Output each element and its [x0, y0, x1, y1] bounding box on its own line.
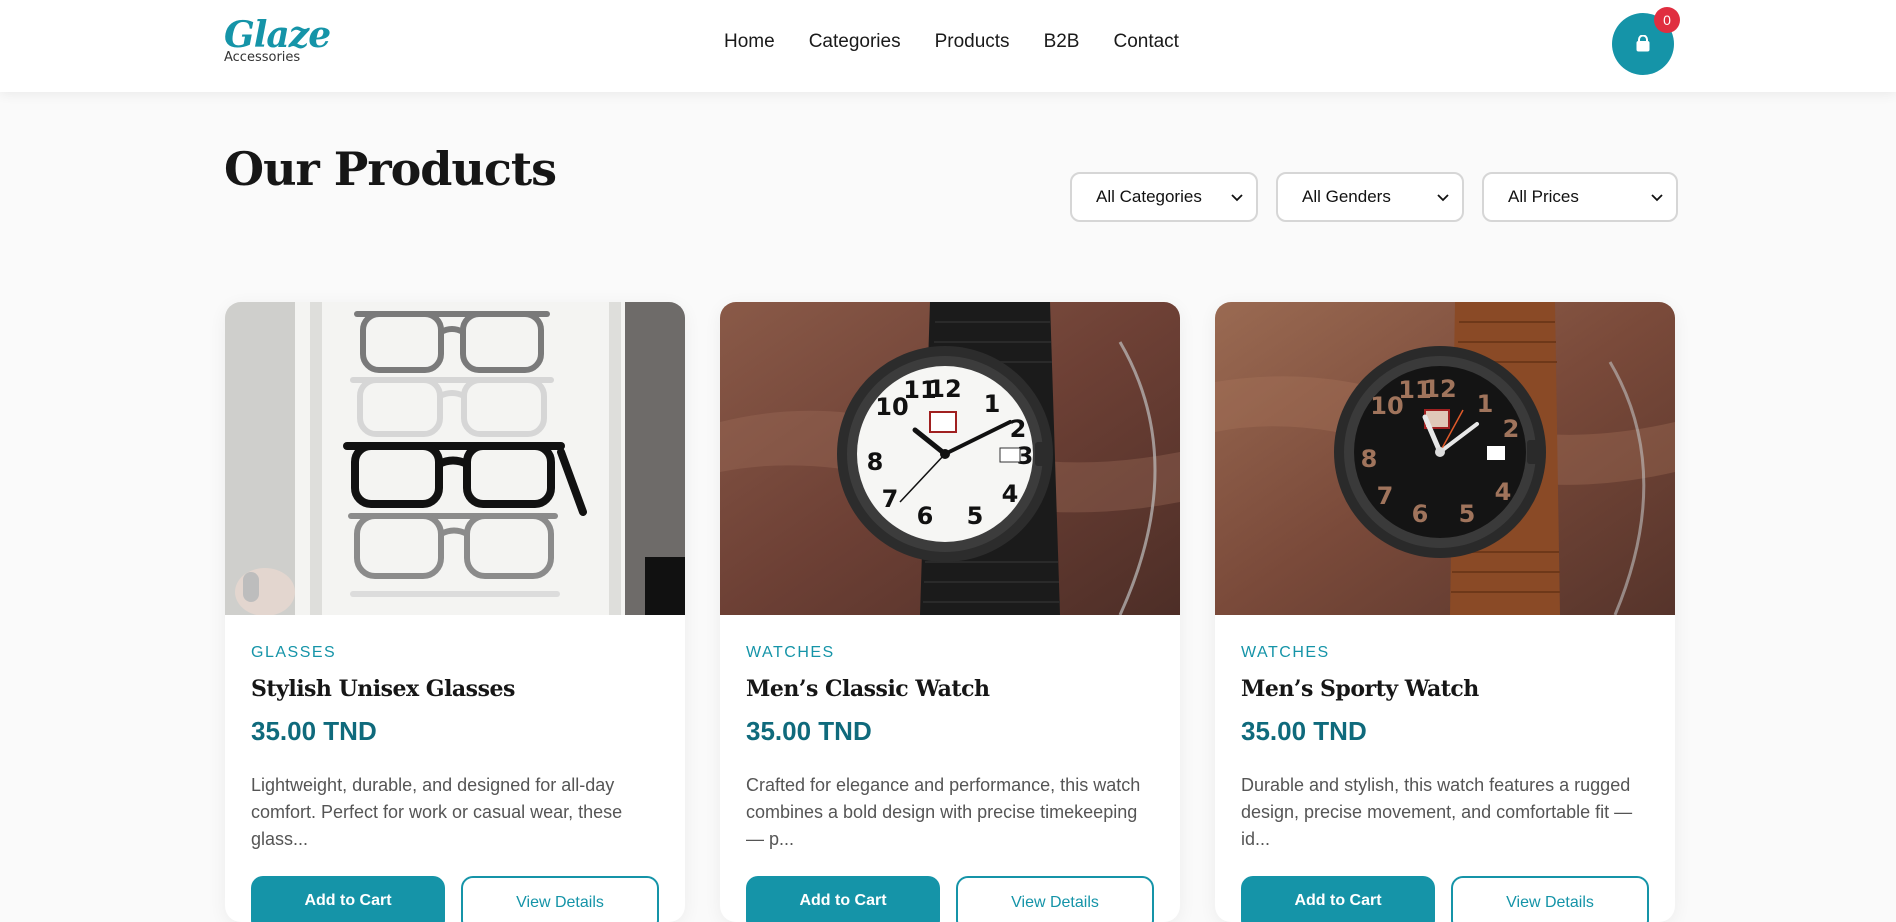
- product-category: WATCHES: [1241, 644, 1330, 661]
- svg-text:7: 7: [882, 485, 899, 513]
- shopping-bag-icon: [1636, 35, 1650, 52]
- product-name[interactable]: Men’s Classic Watch: [746, 676, 990, 702]
- product-card[interactable]: GLASSES Stylish Unisex Glasses 35.00 TND…: [225, 302, 685, 922]
- sporty-watch-photo[interactable]: 12 1 2 45 678 10 11: [1215, 302, 1675, 615]
- nav-home[interactable]: Home: [724, 31, 775, 53]
- chevron-down-icon: [1651, 194, 1663, 202]
- nav-b2b[interactable]: B2B: [1044, 31, 1080, 53]
- product-name[interactable]: Stylish Unisex Glasses: [251, 676, 515, 702]
- gender-filter-value: All Genders: [1302, 187, 1391, 206]
- svg-text:5: 5: [1459, 500, 1476, 528]
- svg-text:1: 1: [984, 390, 1001, 418]
- product-card[interactable]: 12 1 2 45 678 10 11 WATCHES Men’s Sporty Wa…: [1215, 302, 1675, 922]
- cart-count-badge: 0: [1654, 7, 1680, 33]
- product-description: Crafted for elegance and performance, th…: [746, 775, 1141, 849]
- svg-text:2: 2: [1010, 415, 1027, 443]
- svg-text:11: 11: [1398, 376, 1431, 404]
- product-price: 35.00 TND: [746, 716, 872, 746]
- price-filter-select[interactable]: All Prices: [1482, 172, 1678, 222]
- category-filter-select[interactable]: All Categories: [1070, 172, 1258, 222]
- logo-tagline: Accessories: [224, 50, 301, 65]
- chevron-down-icon: [1231, 194, 1243, 202]
- gender-filter-select[interactable]: All Genders: [1276, 172, 1464, 222]
- svg-text:4: 4: [1002, 480, 1019, 508]
- svg-text:6: 6: [1412, 500, 1429, 528]
- svg-text:2: 2: [1503, 415, 1520, 443]
- price-filter-value: All Prices: [1508, 187, 1579, 206]
- add-to-cart-button[interactable]: Add to Cart: [746, 876, 940, 922]
- category-filter-value: All Categories: [1096, 187, 1202, 206]
- view-details-button[interactable]: View Details: [461, 876, 659, 922]
- add-to-cart-button[interactable]: Add to Cart: [251, 876, 445, 922]
- product-card[interactable]: 12 1 2 345 678 10 11 WATCHES Men’s Classic …: [720, 302, 1180, 922]
- svg-text:11: 11: [903, 376, 936, 404]
- product-price: 35.00 TND: [1241, 716, 1367, 746]
- svg-text:8: 8: [867, 448, 884, 476]
- chevron-down-icon: [1437, 194, 1449, 202]
- nav-products[interactable]: Products: [935, 31, 1010, 53]
- svg-text:6: 6: [917, 502, 934, 530]
- product-category: GLASSES: [251, 644, 337, 661]
- product-filters: All Categories All Genders All Prices: [1070, 172, 1678, 222]
- page-title: Our Products: [224, 142, 557, 196]
- svg-text:4: 4: [1495, 478, 1512, 506]
- main-nav: Home Categories Products B2B Contact: [724, 31, 1179, 53]
- brand-logo[interactable]: Glaze Accessories: [224, 14, 334, 70]
- nav-contact[interactable]: Contact: [1113, 31, 1178, 53]
- glasses-photo[interactable]: [225, 302, 685, 615]
- product-description: Durable and stylish, this watch features…: [1241, 775, 1633, 849]
- site-header: Glaze Accessories Home Categories Produc…: [0, 0, 1896, 92]
- view-details-button[interactable]: View Details: [1451, 876, 1649, 922]
- product-description: Lightweight, durable, and designed for a…: [251, 775, 623, 849]
- add-to-cart-button[interactable]: Add to Cart: [1241, 876, 1435, 922]
- nav-categories[interactable]: Categories: [809, 31, 901, 53]
- view-details-button[interactable]: View Details: [956, 876, 1154, 922]
- product-name[interactable]: Men’s Sporty Watch: [1241, 676, 1479, 702]
- svg-text:5: 5: [967, 502, 984, 530]
- svg-text:8: 8: [1361, 445, 1378, 473]
- svg-text:7: 7: [1377, 482, 1394, 510]
- classic-watch-photo[interactable]: 12 1 2 345 678 10 11: [720, 302, 1180, 615]
- product-price: 35.00 TND: [251, 716, 377, 746]
- product-category: WATCHES: [746, 644, 835, 661]
- svg-text:1: 1: [1477, 390, 1494, 418]
